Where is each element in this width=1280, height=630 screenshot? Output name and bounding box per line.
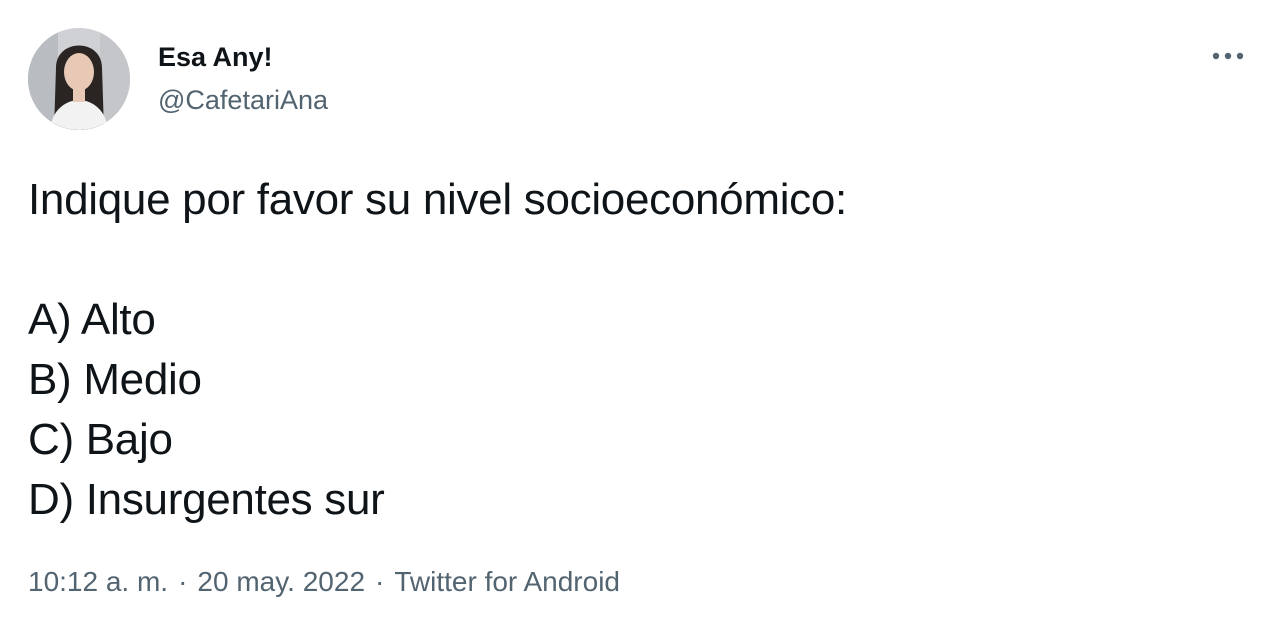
tweet-time[interactable]: 10:12 a. m. [28,566,168,597]
option-b: B) Medio [28,355,202,404]
meta-separator: · [178,566,188,597]
tweet-text: Indique por favor su nivel socioeconómic… [28,170,1248,530]
avatar[interactable] [28,28,130,130]
tweet-source[interactable]: Twitter for Android [394,566,620,597]
option-a: A) Alto [28,295,156,344]
avatar-image [28,28,130,130]
display-name[interactable]: Esa Any! [158,40,273,74]
option-d: D) Insurgentes sur [28,475,385,524]
tweet-card: Esa Any! @CafetariAna Indique por favor … [0,0,1280,630]
more-horizontal-icon [1212,52,1244,60]
meta-separator: · [375,566,385,597]
user-handle[interactable]: @CafetariAna [158,83,328,117]
tweet-meta: 10:12 a. m. · 20 may. 2022 · Twitter for And… [28,562,620,602]
tweet-question: Indique por favor su nivel socioeconómic… [28,175,847,224]
tweet-date[interactable]: 20 may. 2022 [197,566,365,597]
more-options-button[interactable] [1206,40,1250,72]
option-c: C) Bajo [28,415,173,464]
